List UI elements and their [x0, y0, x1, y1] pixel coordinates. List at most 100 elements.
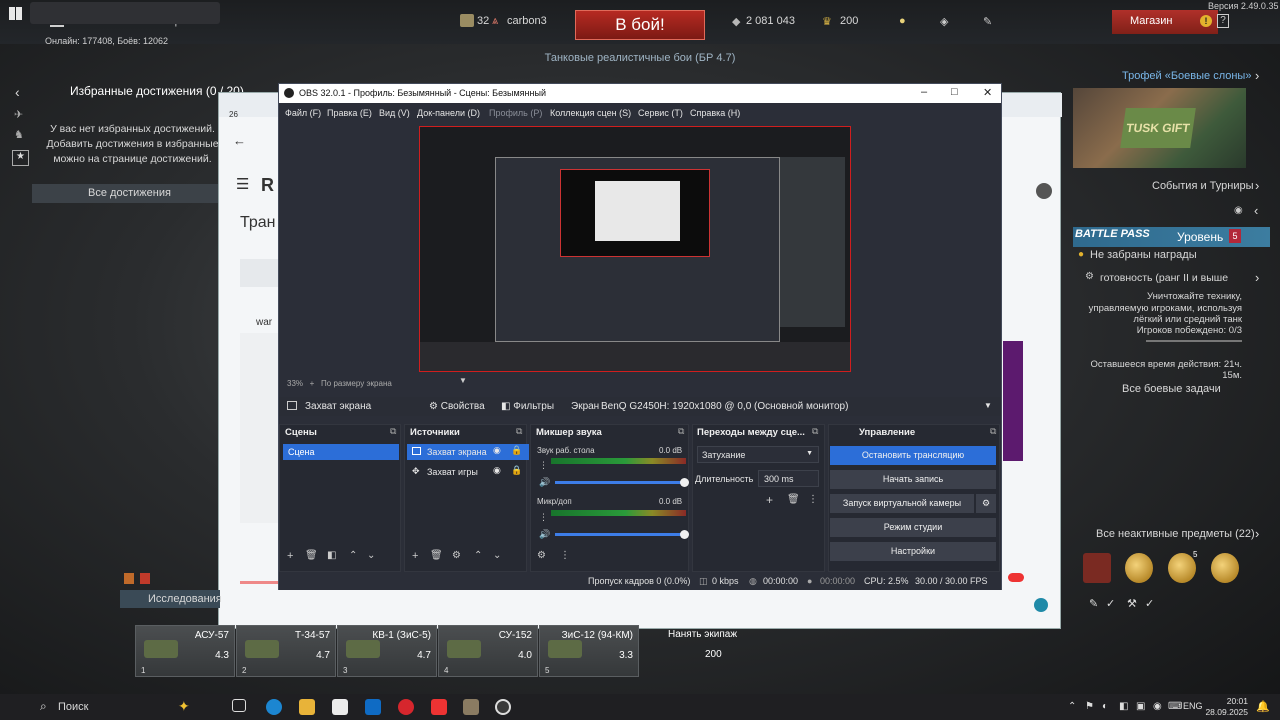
soldier-icon[interactable]: ♞ — [14, 128, 24, 141]
chat-widget-icon[interactable] — [1034, 598, 1048, 612]
move-up-icon[interactable]: ⌃ — [349, 550, 357, 561]
virtual-camera-settings-icon[interactable]: ⚙ — [976, 494, 996, 513]
crew-slot-3[interactable]: КВ-1 (ЗиС-5) 4.7 3 — [337, 625, 437, 677]
menu-profile[interactable]: Профиль (P) — [489, 108, 542, 118]
events-chevron-icon[interactable]: › — [1255, 178, 1259, 193]
menu-docks[interactable]: Док-панели (D) — [417, 108, 480, 118]
trophy-title[interactable]: Трофей «Боевые слоны» — [1122, 70, 1251, 82]
inactive-item-3[interactable] — [1168, 553, 1196, 583]
inactive-item-2[interactable] — [1125, 553, 1153, 583]
events-tournaments-link[interactable]: События и Турниры — [1152, 180, 1254, 192]
advanced-audio-icon[interactable]: ⚙ — [537, 550, 546, 561]
filter-icon[interactable]: ◧ — [327, 550, 336, 561]
menu-help[interactable]: Справка (H) — [690, 108, 740, 118]
add-source-icon[interactable]: + — [412, 550, 418, 562]
dock-float-icon[interactable]: ⧉ — [516, 426, 522, 437]
taskbar-clock[interactable]: 20:01 28.09.2025 — [1200, 696, 1248, 718]
start-recording-button[interactable]: Начать запись — [830, 470, 996, 489]
inactive-item-4[interactable] — [1211, 553, 1239, 583]
help-icon[interactable]: ? — [1217, 14, 1229, 28]
store-icon[interactable] — [332, 699, 348, 715]
dock-float-icon[interactable]: ⧉ — [678, 426, 684, 437]
tank-icon[interactable]: ✈ — [14, 108, 23, 121]
crew-slot-1[interactable]: АСУ-57 4.3 1 — [135, 625, 235, 677]
scene-item[interactable]: Сцена — [283, 444, 399, 460]
speaker-icon[interactable]: 🔊 — [539, 477, 550, 488]
dock-float-icon[interactable]: ⧉ — [812, 426, 818, 437]
task-chevron-icon[interactable]: › — [1255, 270, 1259, 285]
crew-slot-2[interactable]: Т-34-57 4.7 2 — [236, 625, 336, 677]
to-battle-button[interactable]: В бой! — [575, 10, 705, 40]
maximize-icon[interactable]: □ — [951, 86, 958, 98]
chevron-right-icon[interactable]: › — [1255, 68, 1259, 83]
monitor-select[interactable]: BenQ G2450H: 1920x1080 @ 0,0 (Основной м… — [601, 401, 848, 412]
chevron-left-icon[interactable]: ‹ — [15, 84, 20, 100]
wrench-icon[interactable]: ✎ — [983, 15, 992, 28]
properties-button[interactable]: ⚙ Свойства — [429, 401, 485, 412]
stop-streaming-button[interactable]: Остановить трансляцию — [830, 446, 996, 465]
inactive-item-1[interactable] — [1083, 553, 1111, 583]
move-up-icon[interactable]: ⌃ — [474, 550, 482, 561]
obs-icon[interactable] — [495, 699, 511, 715]
check-icon[interactable]: ✓ — [1145, 597, 1154, 610]
dock-float-icon[interactable]: ⧉ — [990, 426, 996, 437]
mixer-menu-icon[interactable]: ⋮ — [539, 460, 548, 471]
menu-scene-collection[interactable]: Коллекция сцен (S) — [550, 108, 631, 118]
crew-slot-5[interactable]: ЗиС-12 (94-КМ) 3.3 5 — [539, 625, 639, 677]
mixer-menu-icon[interactable]: ⋮ — [539, 512, 548, 523]
transition-menu-icon[interactable]: ⋮ — [808, 494, 818, 505]
source-item-screen[interactable]: Захват экрана ◉ 🔒 — [407, 444, 529, 460]
notifications-icon[interactable]: 🔔 — [1256, 700, 1270, 713]
move-down-icon[interactable]: ⌄ — [367, 550, 375, 561]
trophy-image[interactable]: TUSK GIFT — [1073, 88, 1246, 168]
battle-task-name[interactable]: готовность (ранг II и выше — [1100, 272, 1228, 284]
menu-tools[interactable]: Сервис (T) — [638, 108, 683, 118]
hire-crew-button[interactable]: Нанять экипаж 200 — [640, 625, 750, 677]
file-explorer-icon[interactable] — [299, 699, 315, 715]
eye-icon[interactable]: ◉ — [1234, 205, 1243, 216]
shop-button[interactable]: Магазин ! — [1112, 10, 1218, 34]
crew-slot-4[interactable]: СУ-152 4.0 4 — [438, 625, 538, 677]
eye-icon[interactable]: ◉ — [493, 445, 501, 456]
trash-icon[interactable]: 🗑 — [787, 494, 800, 505]
settings-button[interactable]: Настройки — [830, 542, 996, 561]
tray-icon[interactable]: ▣ — [1136, 701, 1145, 712]
volume-slider-desktop[interactable] — [555, 478, 689, 487]
move-down-icon[interactable]: ⌄ — [493, 550, 501, 561]
menu-file[interactable]: Файл (F) — [285, 108, 321, 118]
avatar[interactable] — [1036, 183, 1052, 199]
windows-start-icon[interactable] — [9, 7, 22, 20]
source-item-game[interactable]: ✥ Захват игры ◉ 🔒 — [407, 464, 529, 480]
lock-icon[interactable]: 🔒 — [511, 465, 522, 476]
add-scene-icon[interactable]: + — [287, 550, 293, 562]
close-icon[interactable]: ✕ — [983, 86, 992, 99]
menu-edit[interactable]: Правка (E) — [327, 108, 372, 118]
trash-icon[interactable]: 🗑 — [305, 550, 318, 561]
tray-icon[interactable]: ⚑ — [1085, 701, 1094, 712]
minimize-icon[interactable]: – — [921, 86, 927, 98]
site-menu-icon[interactable]: ☰ — [236, 175, 249, 193]
add-transition-icon[interactable]: + — [766, 493, 773, 507]
task-view-icon[interactable] — [232, 699, 246, 712]
outlook-icon[interactable] — [365, 699, 381, 715]
duration-input[interactable]: 300 ms — [758, 470, 819, 487]
taskbar-search[interactable] — [30, 2, 220, 24]
yandex-icon[interactable] — [431, 699, 447, 715]
tray-icon[interactable]: ⌨ — [1168, 701, 1182, 712]
chevron-down-icon[interactable]: ▼ — [459, 376, 467, 385]
speaker-icon[interactable]: 🔊 — [539, 529, 550, 540]
battle-mode-selector[interactable]: Танковые реалистичные бои (БР 4.7) — [540, 52, 740, 64]
tray-icon[interactable]: ◧ — [1119, 701, 1128, 712]
inactive-chevron-icon[interactable]: › — [1255, 526, 1259, 541]
article-link[interactable]: war — [256, 317, 272, 328]
star-icon[interactable]: ★ — [12, 150, 29, 166]
premium-icon[interactable]: ◈ — [940, 15, 948, 28]
monitor-dropdown-icon[interactable]: ▼ — [984, 401, 992, 410]
collapse-icon[interactable]: ‹ — [1254, 203, 1258, 218]
filters-button[interactable]: ◧ Фильтры — [501, 401, 554, 412]
lock-icon[interactable]: 🔒 — [511, 445, 522, 456]
tray-icon[interactable]: ◐ — [1102, 701, 1108, 712]
tray-chevron-icon[interactable]: ⌃ — [1068, 701, 1076, 712]
war-thunder-icon[interactable] — [463, 699, 479, 715]
browser-back-icon[interactable]: ← — [233, 133, 246, 148]
